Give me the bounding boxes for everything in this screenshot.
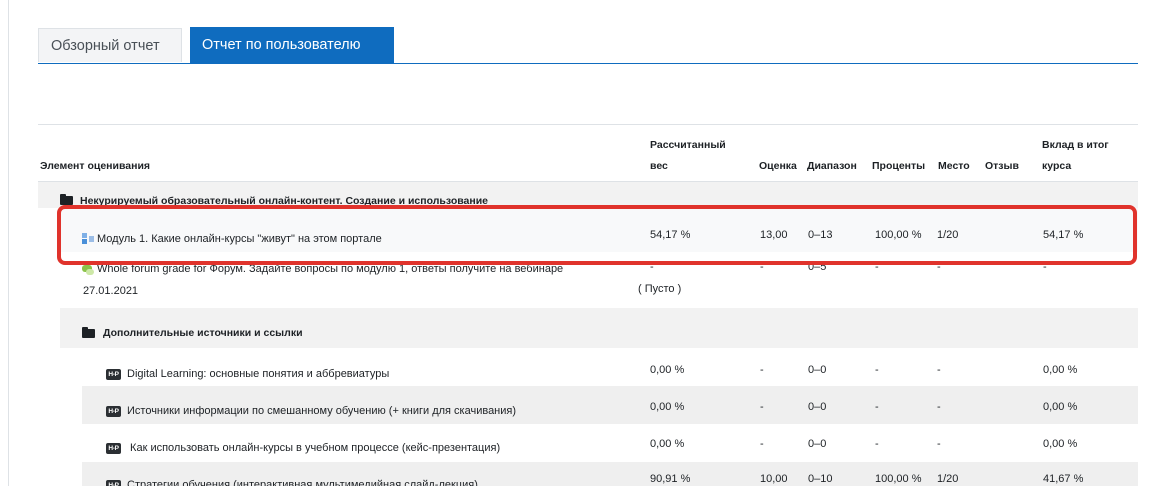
folder-icon bbox=[60, 194, 73, 205]
cell-rank: - bbox=[937, 401, 941, 413]
forum-icon bbox=[82, 264, 94, 276]
header-feedback: Отзыв bbox=[985, 160, 1019, 172]
cell-percent: 100,00 % bbox=[875, 473, 922, 485]
cell-weight: 90,91 % bbox=[650, 473, 691, 485]
table-row: H-P Как использовать онлайн-курсы в учеб… bbox=[38, 424, 1138, 462]
cell-percent: - bbox=[875, 401, 879, 413]
grade-item-link[interactable]: Модуль 1. Какие онлайн-курсы "живут" на … bbox=[97, 232, 382, 246]
cell-range: 0–0 bbox=[808, 401, 827, 413]
cell-contribution: - bbox=[1043, 261, 1047, 273]
header-grade-item: Элемент оценивания bbox=[40, 160, 151, 172]
cell-rank: - bbox=[937, 261, 941, 273]
tab-user-report[interactable]: Отчет по пользователю bbox=[190, 27, 394, 63]
indent-background bbox=[60, 252, 1138, 308]
category-row-course: Некурируемый образовательный онлайн-конт… bbox=[38, 182, 1138, 208]
header-rank: Место bbox=[938, 160, 970, 172]
cell-percent: 100,00 % bbox=[875, 229, 922, 241]
lesson-icon bbox=[82, 233, 94, 245]
cell-rank: - bbox=[937, 364, 941, 376]
cell-weight: 54,17 % bbox=[650, 229, 691, 241]
cell-grade: - bbox=[760, 261, 764, 273]
cell-range: 0–5 bbox=[808, 261, 827, 273]
table-row: H-P Источники информации по смешанному о… bbox=[38, 386, 1138, 424]
cell-rank: 1/20 bbox=[937, 473, 959, 485]
header-range: Диапазон bbox=[807, 160, 857, 172]
table-row: Модуль 1. Какие онлайн-курсы "живут" на … bbox=[38, 208, 1138, 252]
cell-percent: - bbox=[875, 364, 879, 376]
folder-icon bbox=[82, 327, 95, 338]
h5p-icon: H-P bbox=[106, 480, 121, 486]
cell-percent: - bbox=[875, 261, 879, 273]
header-contribution-line1: Вклад в итог bbox=[1042, 139, 1109, 151]
grade-item-link[interactable]: Источники информации по смешанному обуче… bbox=[127, 404, 516, 418]
header-percent: Проценты bbox=[872, 160, 926, 172]
h5p-icon: H-P bbox=[106, 443, 121, 454]
cell-range: 0–13 bbox=[808, 229, 833, 241]
cell-weight: - bbox=[650, 261, 654, 273]
table-row: H-P Digital Learning: основные понятия и… bbox=[38, 348, 1138, 386]
cell-grade: 10,00 bbox=[760, 473, 788, 485]
cell-grade: - bbox=[760, 438, 764, 450]
table-row: H-P Стратегии обучения (интерактивная му… bbox=[38, 462, 1138, 486]
grade-item-link[interactable]: Стратегии обучения (интерактивная мульти… bbox=[127, 478, 478, 486]
cell-range: 0–0 bbox=[808, 364, 827, 376]
cell-contribution: 0,00 % bbox=[1043, 364, 1078, 376]
cell-grade: 13,00 bbox=[760, 229, 788, 241]
cell-rank: - bbox=[937, 438, 941, 450]
cell-weight: 0,00 % bbox=[650, 364, 685, 376]
h5p-icon: H-P bbox=[106, 406, 121, 417]
grade-item-link[interactable]: Как использовать онлайн-курсы в учебном … bbox=[127, 441, 500, 455]
grade-item-link-line1[interactable]: Whole forum grade for Форум. Задайте воп… bbox=[97, 262, 563, 276]
cell-weight: 0,00 % bbox=[650, 438, 685, 450]
cell-contribution: 0,00 % bbox=[1043, 438, 1078, 450]
cell-contribution: 0,00 % bbox=[1043, 401, 1078, 413]
cell-range: 0–0 bbox=[808, 438, 827, 450]
h5p-icon: H-P bbox=[106, 369, 121, 380]
header-weight-line1: Рассчитанный bbox=[650, 139, 726, 151]
category-row-extra: Дополнительные источники и ссылки bbox=[38, 308, 1138, 348]
cell-range: 0–10 bbox=[808, 473, 833, 485]
category-title: Некурируемый образовательный онлайн-конт… bbox=[80, 195, 489, 207]
category-title: Дополнительные источники и ссылки bbox=[103, 327, 303, 339]
cell-percent: - bbox=[875, 438, 879, 450]
grade-item-link-line2[interactable]: 27.01.2021 bbox=[83, 284, 138, 298]
cell-grade: - bbox=[760, 364, 764, 376]
table-row: Whole forum grade for Форум. Задайте воп… bbox=[38, 252, 1138, 308]
cell-weight-note: ( Пусто ) bbox=[638, 283, 682, 295]
table-header: Элемент оценивания Рассчитанный вес Оцен… bbox=[38, 125, 1138, 182]
tab-overview-report[interactable]: Обзорный отчет bbox=[38, 28, 182, 62]
cell-rank: 1/20 bbox=[937, 229, 959, 241]
cell-contribution: 41,67 % bbox=[1043, 473, 1084, 485]
header-contribution-line2: курса bbox=[1042, 160, 1072, 172]
grade-item-link[interactable]: Digital Learning: основные понятия и абб… bbox=[127, 367, 389, 381]
cell-weight: 0,00 % bbox=[650, 401, 685, 413]
header-grade: Оценка bbox=[759, 160, 797, 172]
page-left-border bbox=[8, 0, 9, 486]
cell-grade: - bbox=[760, 401, 764, 413]
header-weight-line2: вес bbox=[650, 160, 668, 172]
cell-contribution: 54,17 % bbox=[1043, 229, 1084, 241]
report-tabs: Обзорный отчет Отчет по пользователю bbox=[38, 27, 1138, 64]
